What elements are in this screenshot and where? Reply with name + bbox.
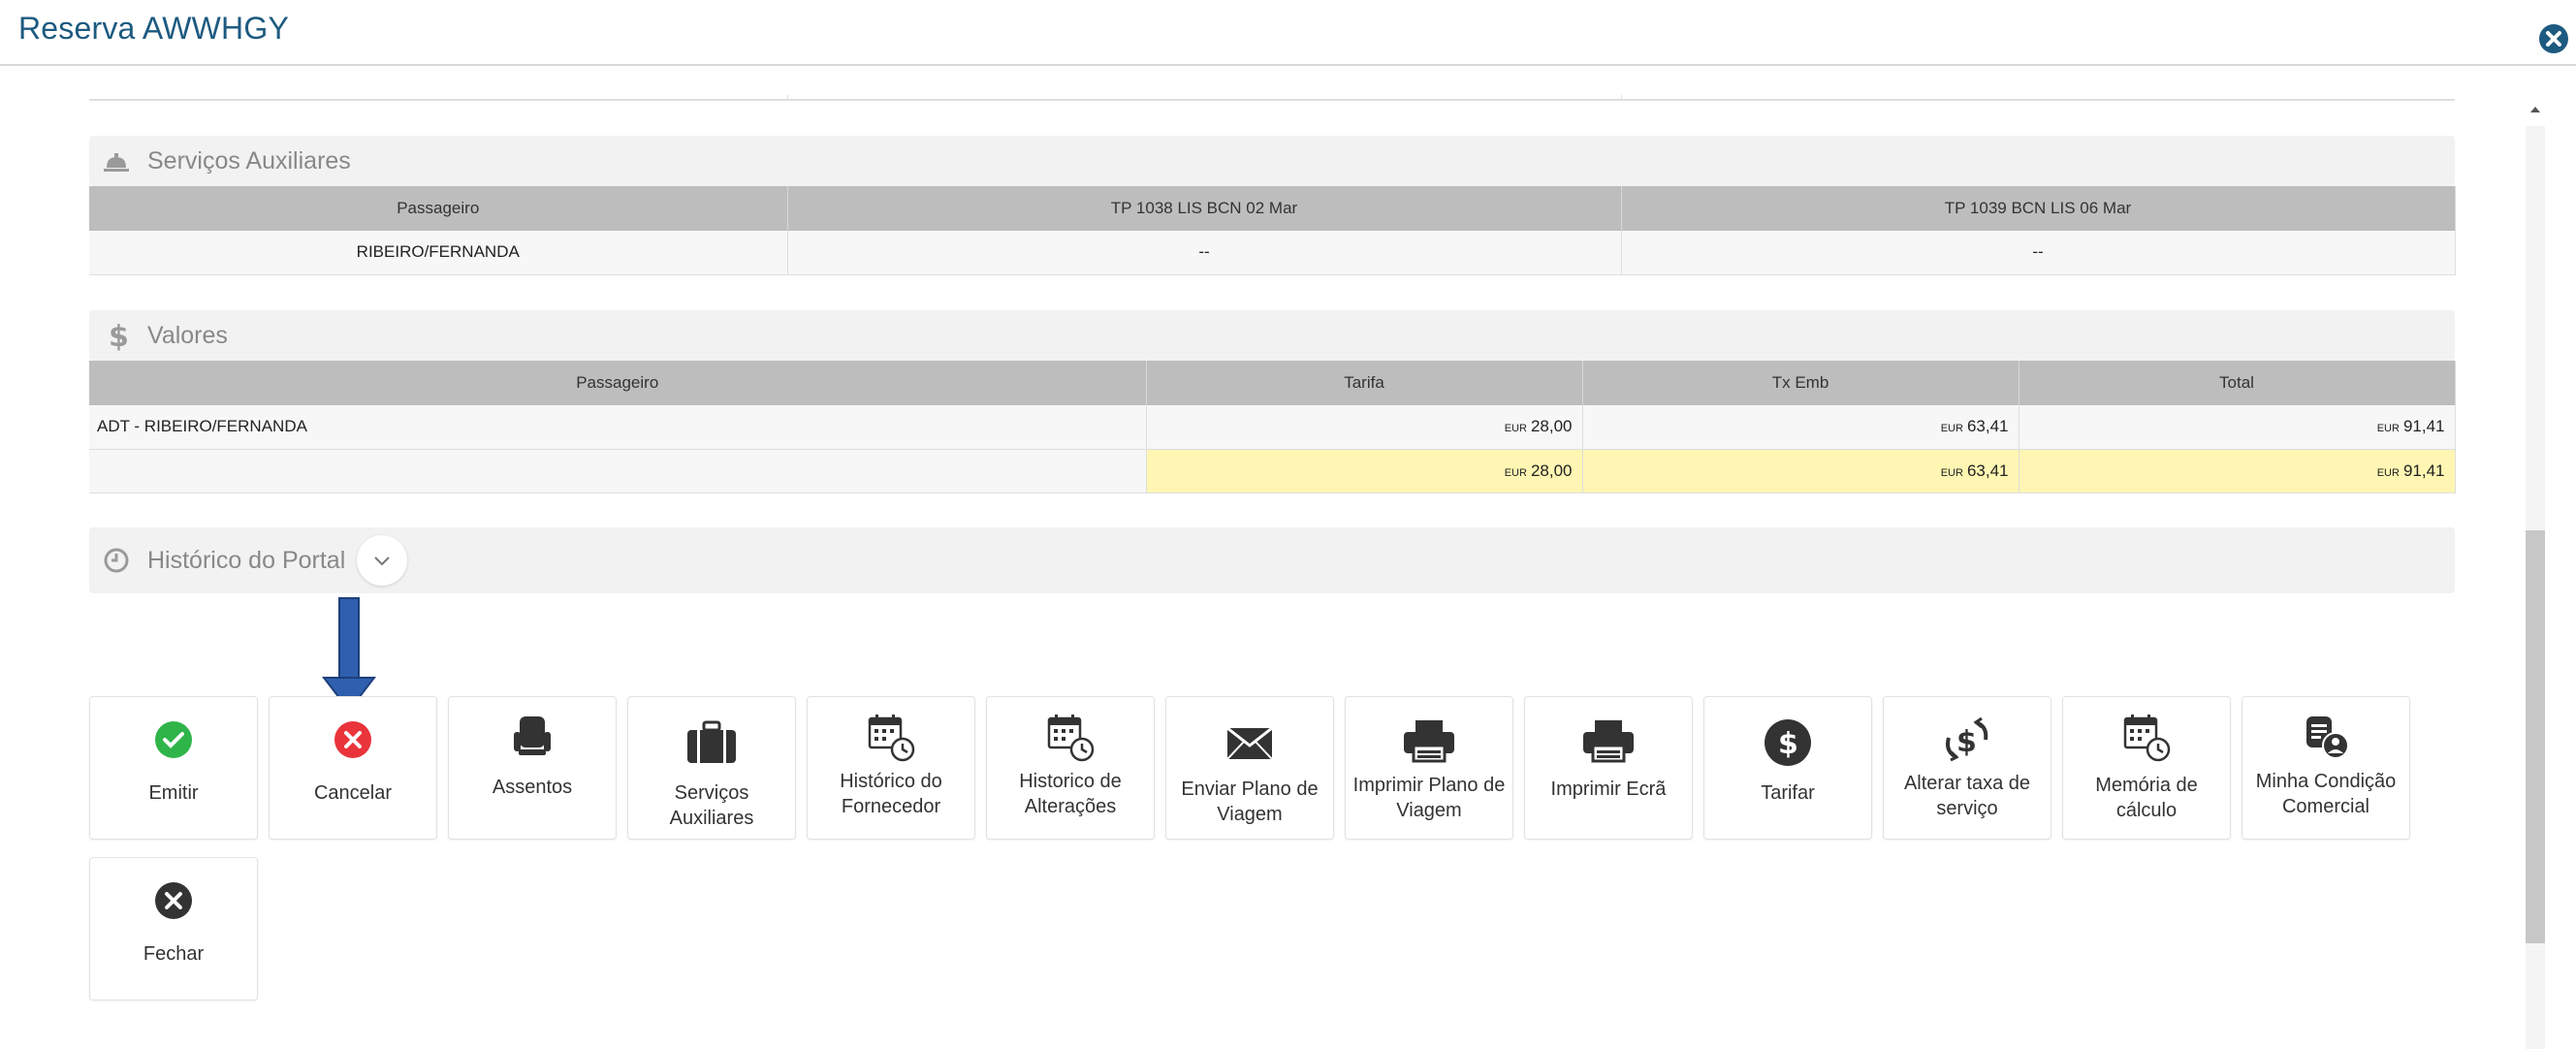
button-label: Alterar taxa de serviço	[1903, 773, 2031, 819]
dollar-refresh-icon: $	[1946, 716, 1988, 762]
svg-text:$: $	[1778, 727, 1798, 761]
button-label: Cancelar	[313, 782, 393, 804]
totals-row: EUR 28,00 EUR 63,41 EUR 91,41	[89, 449, 2456, 493]
tx-emb-cell: EUR 63,41	[1582, 405, 2019, 450]
button-label: Emitir	[148, 782, 199, 804]
history-section-header[interactable]: Histórico do Portal	[89, 527, 2455, 593]
button-label: Minha Condição Comercial	[2255, 771, 2397, 817]
history-toggle-button[interactable]	[357, 535, 407, 586]
column-header: Tarifa	[1146, 361, 1583, 405]
window-title: Reserva AWWHGY	[18, 11, 289, 46]
history-heading: Histórico do Portal	[147, 547, 346, 574]
button-label: Serviços Auxiliares	[669, 782, 754, 829]
svg-text:$: $	[1956, 725, 1977, 759]
button-label: Imprimir Plano de Viagem	[1352, 775, 1506, 821]
column-header: Passageiro	[89, 361, 1147, 405]
column-header: Tx Emb	[1582, 361, 2019, 405]
currency-label: EUR	[1940, 423, 1963, 435]
grand-total-cell: EUR 91,41	[2019, 449, 2456, 493]
cancelar-button[interactable]: Cancelar	[269, 696, 437, 840]
button-label: Memória de cálculo	[2095, 775, 2198, 821]
calendar-clock-icon	[2123, 715, 2171, 762]
tarifar-button[interactable]: $ Tarifar	[1703, 696, 1872, 840]
imprimir-plano-viagem-button[interactable]: Imprimir Plano de Viagem	[1345, 696, 1513, 840]
historico-fornecedor-button[interactable]: Histórico do Fornecedor	[807, 696, 975, 840]
imprimir-ecra-button[interactable]: Imprimir Ecrã	[1524, 696, 1693, 840]
tarifa-cell: EUR 28,00	[1146, 405, 1583, 450]
check-circle-icon	[155, 721, 192, 758]
emitir-button[interactable]: Emitir	[89, 696, 258, 840]
column-header: Total	[2019, 361, 2456, 405]
currency-label: EUR	[2376, 466, 2400, 479]
values-section-header: $ Valores	[89, 310, 2455, 361]
currency-label: EUR	[1940, 466, 1963, 479]
calendar-clock-icon	[868, 715, 915, 762]
document-user-icon	[2306, 716, 2349, 759]
segment-cell: --	[1621, 231, 2456, 275]
servicos-auxiliares-button[interactable]: Serviços Auxiliares	[627, 696, 796, 840]
luggage-icon	[687, 720, 736, 763]
values-heading: Valores	[147, 322, 228, 349]
tx-emb-total-cell: EUR 63,41	[1582, 449, 2019, 493]
fechar-button[interactable]: Fechar	[89, 857, 258, 1001]
enviar-plano-viagem-button[interactable]: Enviar Plano de Viagem	[1165, 696, 1334, 840]
button-label: Imprimir Ecrã	[1550, 779, 1667, 800]
column-header: TP 1038 LIS BCN 02 Mar	[787, 186, 1622, 231]
table-header-row: Passageiro Tarifa Tx Emb Total	[89, 361, 2456, 405]
printer-icon	[1404, 720, 1454, 763]
button-label: Historico de Alterações	[1019, 771, 1122, 817]
scrollbar-thumb[interactable]	[2526, 530, 2545, 943]
button-label: Enviar Plano de Viagem	[1181, 779, 1319, 825]
clock-icon	[104, 548, 129, 573]
values-table: Passageiro Tarifa Tx Emb Total ADT - RIB…	[89, 361, 2456, 493]
currency-label: EUR	[1504, 423, 1527, 435]
services-heading: Serviços Auxiliares	[147, 147, 351, 175]
column-header: Passageiro	[89, 186, 788, 231]
printer-icon	[1583, 720, 1634, 763]
chevron-down-icon	[374, 556, 390, 566]
currency-label: EUR	[2376, 423, 2400, 435]
dollar-circle-icon: $	[1765, 719, 1811, 766]
passenger-cell: RIBEIRO/FERNANDA	[89, 231, 788, 275]
minha-condicao-comercial-button[interactable]: Minha Condição Comercial	[2242, 696, 2410, 840]
button-label: Tarifar	[1761, 782, 1815, 804]
button-label: Fechar	[143, 943, 205, 965]
currency-label: EUR	[1504, 466, 1527, 479]
svg-text:$: $	[109, 320, 129, 351]
scroll-up-icon[interactable]	[2524, 97, 2547, 120]
envelope-icon	[1226, 726, 1273, 760]
button-label: Histórico do Fornecedor	[840, 771, 942, 817]
total-cell: EUR 91,41	[2019, 405, 2456, 450]
passenger-cell: ADT - RIBEIRO/FERNANDA	[89, 405, 1147, 450]
table-header-row: Passageiro TP 1038 LIS BCN 02 Mar TP 103…	[89, 186, 2456, 231]
assentos-button[interactable]: Assentos	[448, 696, 617, 840]
service-bell-icon	[104, 153, 129, 172]
close-circle-icon[interactable]	[2538, 23, 2569, 54]
annotation-arrow-icon	[321, 597, 377, 713]
memoria-calculo-button[interactable]: Memória de cálculo	[2062, 696, 2231, 840]
dollar-icon: $	[109, 320, 129, 351]
vertical-scrollbar[interactable]	[2524, 97, 2547, 1049]
tarifa-total-cell: EUR 28,00	[1146, 449, 1583, 493]
segment-cell: --	[787, 231, 1622, 275]
column-header: TP 1039 BCN LIS 06 Mar	[1621, 186, 2456, 231]
empty-cell	[89, 449, 1147, 493]
close-circle-icon	[155, 882, 192, 919]
table-row: ADT - RIBEIRO/FERNANDA EUR 28,00 EUR 63,41…	[89, 405, 2456, 450]
services-table: Passageiro TP 1038 LIS BCN 02 Mar TP 103…	[89, 186, 2456, 275]
button-label: Assentos	[492, 777, 573, 798]
window-header: Reserva AWWHGY	[0, 0, 2576, 66]
seat-icon	[514, 716, 551, 755]
alterar-taxa-servico-button[interactable]: $ Alterar taxa de serviço	[1883, 696, 2051, 840]
previous-table-bottom-border	[89, 95, 2455, 101]
table-row: RIBEIRO/FERNANDA -- --	[89, 231, 2456, 275]
cancel-circle-icon	[334, 721, 371, 758]
calendar-clock-icon	[1047, 715, 1095, 762]
historico-alteracoes-button[interactable]: Historico de Alterações	[986, 696, 1155, 840]
services-section-header: Serviços Auxiliares	[89, 136, 2455, 186]
